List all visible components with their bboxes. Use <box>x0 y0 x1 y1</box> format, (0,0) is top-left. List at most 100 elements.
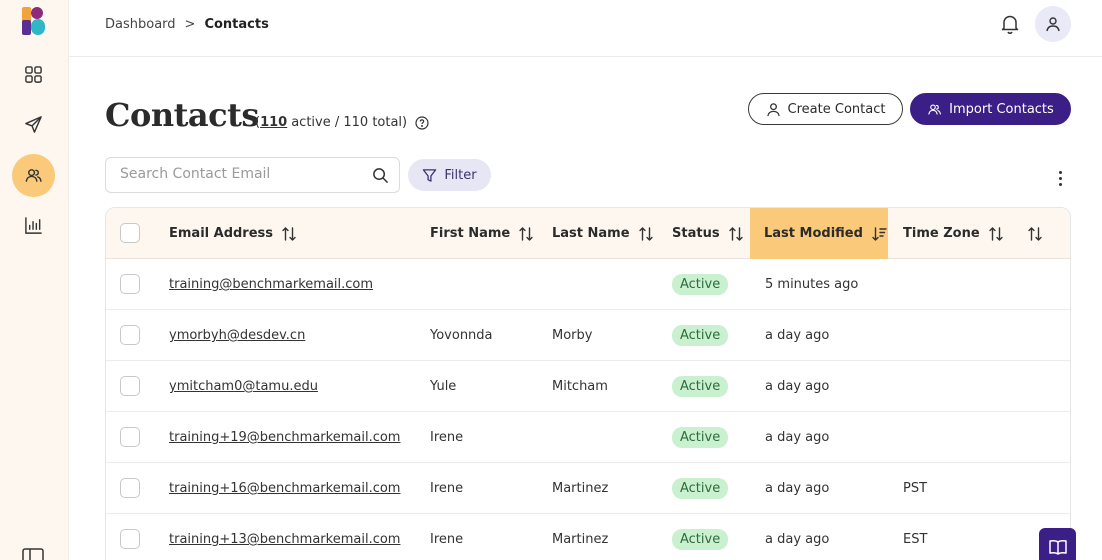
reports-icon <box>25 217 42 234</box>
sort-icon <box>519 226 533 241</box>
first-name-cell: Yule <box>430 379 457 394</box>
contacts-icon <box>928 103 942 115</box>
column-header-last-modified[interactable]: Last Modified <box>750 208 888 259</box>
last-name-cell: Martinez <box>552 481 609 496</box>
row-checkbox[interactable] <box>120 274 140 294</box>
column-header-extra[interactable] <box>1027 208 1043 259</box>
table-header: Email Address First Name Last Name Statu… <box>106 208 1070 259</box>
row-checkbox[interactable] <box>120 376 140 396</box>
column-header-email[interactable]: Email Address <box>169 208 297 259</box>
time-zone-cell: PST <box>903 481 928 496</box>
status-badge: Active <box>672 325 729 346</box>
last-name-cell: Martinez <box>552 532 609 547</box>
last-name-cell: Mitcham <box>552 379 608 394</box>
active-count-link[interactable]: 110 <box>260 115 287 130</box>
last-modified-cell: a day ago <box>765 328 830 343</box>
last-modified-cell: a day ago <box>765 379 830 394</box>
status-badge: Active <box>672 427 729 448</box>
last-modified-cell: a day ago <box>765 430 830 445</box>
sort-descending-icon <box>872 226 887 241</box>
column-header-status[interactable]: Status <box>672 208 744 259</box>
sort-icon <box>282 226 296 241</box>
count-summary: active / 110 total) <box>291 115 408 130</box>
breadcrumb-dashboard[interactable]: Dashboard <box>105 17 176 32</box>
breadcrumb-separator: > <box>184 17 196 32</box>
table-row[interactable]: ymorbyh@desdev.cn Yovonnda Morby Active … <box>106 310 1070 361</box>
column-label-first-name: First Name <box>430 226 511 241</box>
contact-email-link[interactable]: training+13@benchmarkemail.com <box>169 532 400 547</box>
breadcrumb-current: Contacts <box>204 17 269 32</box>
last-modified-cell: 5 minutes ago <box>765 277 859 292</box>
notification-bell-icon[interactable] <box>999 13 1021 35</box>
row-checkbox[interactable] <box>120 427 140 447</box>
send-icon <box>25 116 42 133</box>
last-name-cell: Morby <box>552 328 593 343</box>
create-contact-label: Create Contact <box>787 101 886 117</box>
top-bar: Dashboard > Contacts <box>69 0 1102 57</box>
sort-icon <box>638 226 653 241</box>
import-contacts-label: Import Contacts <box>949 101 1054 117</box>
select-all-checkbox[interactable] <box>120 223 140 243</box>
help-circle-icon[interactable] <box>415 115 429 130</box>
row-checkbox[interactable] <box>120 529 140 549</box>
contacts-icon <box>25 169 42 182</box>
contact-email-link[interactable]: ymitcham0@tamu.edu <box>169 379 318 394</box>
column-label-time-zone: Time Zone <box>903 226 980 241</box>
first-name-cell: Irene <box>430 532 464 547</box>
table-row[interactable]: training+19@benchmarkemail.com Irene Act… <box>106 412 1070 463</box>
search-input[interactable] <box>120 166 360 182</box>
filter-icon <box>423 168 437 182</box>
brand-logo[interactable] <box>21 6 47 36</box>
help-docs-button[interactable] <box>1039 528 1076 560</box>
row-checkbox[interactable] <box>120 478 140 498</box>
more-options-icon[interactable] <box>1052 168 1068 188</box>
last-modified-cell: a day ago <box>765 481 830 496</box>
filter-button[interactable]: Filter <box>408 159 491 191</box>
column-header-first-name[interactable]: First Name <box>430 208 534 259</box>
status-badge: Active <box>672 376 729 397</box>
column-label-last-modified: Last Modified <box>764 226 863 241</box>
breadcrumb: Dashboard > Contacts <box>105 17 269 32</box>
table-row[interactable]: training+13@benchmarkemail.com Irene Mar… <box>106 514 1070 560</box>
contact-email-link[interactable]: training+19@benchmarkemail.com <box>169 430 400 445</box>
table-row[interactable]: training@benchmarkemail.com Active 5 min… <box>106 259 1070 310</box>
nav-reports[interactable] <box>12 204 55 247</box>
nav-dashboard[interactable] <box>12 53 55 96</box>
user-icon <box>1046 17 1060 32</box>
nav-contacts[interactable] <box>12 154 55 197</box>
table-row[interactable]: training+16@benchmarkemail.com Irene Mar… <box>106 463 1070 514</box>
filter-label: Filter <box>444 167 477 183</box>
contact-email-link[interactable]: ymorbyh@desdev.cn <box>169 328 305 343</box>
time-zone-cell: EST <box>903 532 928 547</box>
last-modified-cell: a day ago <box>765 532 830 547</box>
contact-email-link[interactable]: training@benchmarkemail.com <box>169 277 373 292</box>
column-header-last-name[interactable]: Last Name <box>552 208 654 259</box>
user-icon <box>766 102 780 116</box>
search-icon[interactable] <box>372 167 389 184</box>
contacts-table: Email Address First Name Last Name Statu… <box>105 207 1071 560</box>
first-name-cell: Irene <box>430 481 464 496</box>
column-label-last-name: Last Name <box>552 226 630 241</box>
status-badge: Active <box>672 274 729 295</box>
column-label-status: Status <box>672 226 720 241</box>
sidebar-toggle-icon[interactable] <box>22 548 44 560</box>
status-badge: Active <box>672 529 729 550</box>
table-row[interactable]: ymitcham0@tamu.edu Yule Mitcham Active a… <box>106 361 1070 412</box>
page-title: Contacts <box>105 96 259 134</box>
status-badge: Active <box>672 478 729 499</box>
book-icon <box>1048 539 1067 555</box>
search-box <box>105 157 400 193</box>
column-header-time-zone[interactable]: Time Zone <box>903 208 1004 259</box>
column-label-email: Email Address <box>169 226 274 241</box>
create-contact-button[interactable]: Create Contact <box>748 93 903 125</box>
sort-icon <box>988 226 1003 241</box>
row-checkbox[interactable] <box>120 325 140 345</box>
grid-icon <box>25 66 42 83</box>
sort-icon <box>1028 226 1042 241</box>
import-contacts-button[interactable]: Import Contacts <box>910 93 1071 125</box>
contact-email-link[interactable]: training+16@benchmarkemail.com <box>169 481 400 496</box>
nav-campaigns[interactable] <box>12 103 55 146</box>
contact-count: (110 active / 110 total) <box>255 115 429 130</box>
user-avatar[interactable] <box>1035 6 1071 42</box>
sidebar <box>0 0 69 560</box>
